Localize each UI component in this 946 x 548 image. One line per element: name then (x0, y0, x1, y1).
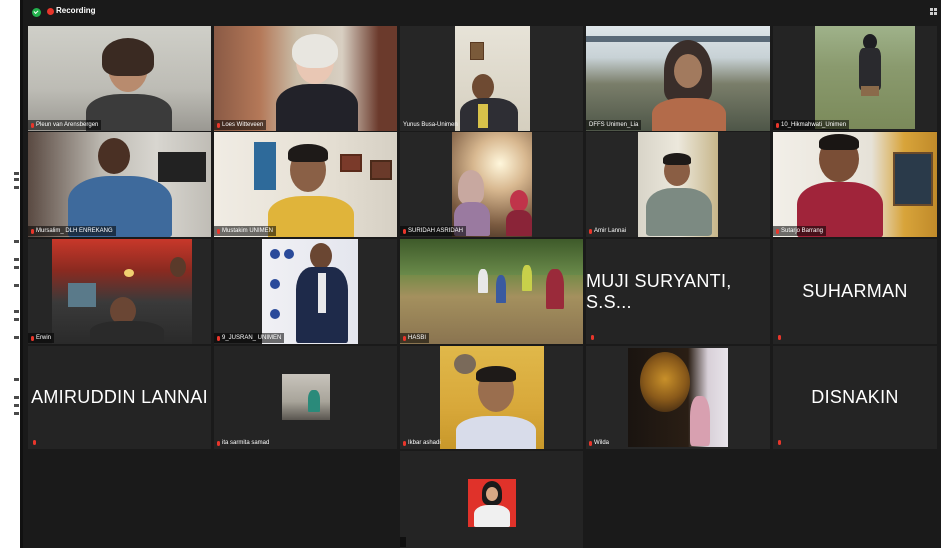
participant-video (400, 451, 583, 548)
participant-video (28, 132, 211, 237)
participant-video (586, 132, 770, 237)
participant-tile[interactable]: 10_Hikmahwati_Unimen (773, 26, 937, 131)
participant-name: Mustakim UNIMEN (214, 226, 277, 236)
participant-name: 10_Hikmahwati_Unimen (773, 120, 850, 130)
participant-name: Pleun van Arensbergen (28, 120, 102, 130)
participant-tile[interactable]: Yunus Busa-Unimen (400, 26, 583, 131)
participant-tile[interactable]: Sutarjo Barrang (773, 132, 937, 237)
mic-muted-icon[interactable] (217, 440, 220, 446)
mic-muted-icon[interactable] (31, 335, 34, 341)
participant-tile-no-video[interactable]: SUHARMAN (773, 239, 937, 344)
recording-label: Recording (56, 6, 96, 15)
participant-tile[interactable]: Amir Lannai (586, 132, 770, 237)
participant-video (214, 132, 397, 237)
meeting-topbar: Recording (23, 0, 941, 24)
participant-video (586, 26, 770, 131)
participant-tile[interactable]: Erwin (28, 239, 211, 344)
participant-tile-no-video[interactable]: MUJI SURYANTI, S.S... (586, 239, 770, 344)
participant-video (586, 346, 770, 449)
participant-video (28, 26, 211, 131)
mic-muted-icon[interactable] (776, 228, 779, 234)
participant-tile[interactable]: Wilda (586, 346, 770, 449)
participant-name: Ikbar ashadi (400, 438, 444, 448)
participant-name: Wilda (586, 438, 612, 448)
participant-tile[interactable]: Pleun van Arensbergen (28, 26, 211, 131)
mic-muted-icon[interactable] (33, 440, 36, 445)
mic-muted-icon[interactable] (589, 440, 592, 446)
participant-display-name: SUHARMAN (802, 281, 908, 301)
mic-muted-icon[interactable] (31, 122, 34, 128)
participant-video (773, 26, 937, 131)
participant-display-name: DISNAKIN (811, 387, 899, 407)
participant-name: DFFS Unimen_Lia (586, 120, 642, 130)
participant-tile[interactable]: SURIDAH ASRIDAH (400, 132, 583, 237)
gallery-view-icon[interactable] (930, 8, 937, 15)
participant-name: Loes Witteveen (214, 120, 267, 130)
mic-muted-icon[interactable] (591, 335, 594, 340)
participant-name: SURIDAH ASRIDAH (400, 226, 467, 236)
participant-name (400, 537, 406, 547)
participant-tile[interactable]: Loes Witteveen (214, 26, 397, 131)
participant-video (400, 239, 583, 344)
participant-video (214, 346, 397, 449)
participant-video (214, 26, 397, 131)
participant-video (400, 346, 583, 449)
participant-name: ita sarmita samad (214, 438, 272, 448)
mic-muted-icon[interactable] (776, 122, 779, 128)
participant-video (400, 26, 583, 131)
mic-muted-icon[interactable] (778, 335, 781, 340)
participant-tile[interactable]: Mursalim_ DLH ENREKANG (28, 132, 211, 237)
mic-muted-icon[interactable] (217, 228, 220, 234)
participant-tile[interactable]: Ikbar ashadi (400, 346, 583, 449)
participant-video (400, 132, 583, 237)
participant-name: Erwin (28, 333, 55, 343)
participant-name: 9_JUSRAN_ UNIMEN (214, 333, 285, 343)
participant-tile[interactable]: 9_JUSRAN_ UNIMEN (214, 239, 397, 344)
participant-name: Sutarjo Barrang (773, 226, 827, 236)
participant-tile[interactable]: Mustakim UNIMEN (214, 132, 397, 237)
zoom-gallery-window: Recording Pleun van Arensbergen Loes Wit… (23, 0, 941, 548)
security-shield-icon[interactable] (32, 8, 41, 17)
participant-video (214, 239, 397, 344)
window-edge-right (941, 0, 946, 548)
participant-name: Amir Lannai (586, 226, 629, 236)
participant-display-name: AMIRUDDIN LANNAI (31, 387, 208, 407)
mic-muted-icon[interactable] (403, 228, 406, 234)
participant-video (773, 132, 937, 237)
mic-muted-icon[interactable] (217, 335, 220, 341)
participant-tile-no-video[interactable]: DISNAKIN (773, 346, 937, 449)
participant-tile[interactable]: HASBI (400, 239, 583, 344)
mic-muted-icon[interactable] (31, 228, 34, 234)
participant-name: HASBI (400, 333, 430, 343)
participant-tile[interactable]: ita sarmita samad (214, 346, 397, 449)
participant-name: Yunus Busa-Unimen (403, 122, 458, 128)
participant-tile-no-video[interactable]: AMIRUDDIN LANNAI (28, 346, 211, 449)
mic-muted-icon[interactable] (778, 440, 781, 445)
participant-display-name: MUJI SURYANTI, S.S... (586, 270, 732, 312)
participant-tile-active-speaker[interactable]: DFFS Unimen_Lia (586, 26, 770, 131)
mic-muted-icon[interactable] (217, 122, 220, 128)
participant-video (28, 239, 211, 344)
mic-muted-icon[interactable] (589, 228, 592, 234)
background-document (0, 0, 20, 548)
participant-name: Mursalim_ DLH ENREKANG (28, 226, 116, 236)
mic-muted-icon[interactable] (403, 440, 406, 446)
participant-tile[interactable] (400, 451, 583, 548)
mic-muted-icon[interactable] (403, 335, 406, 341)
recording-dot-icon (47, 8, 54, 15)
